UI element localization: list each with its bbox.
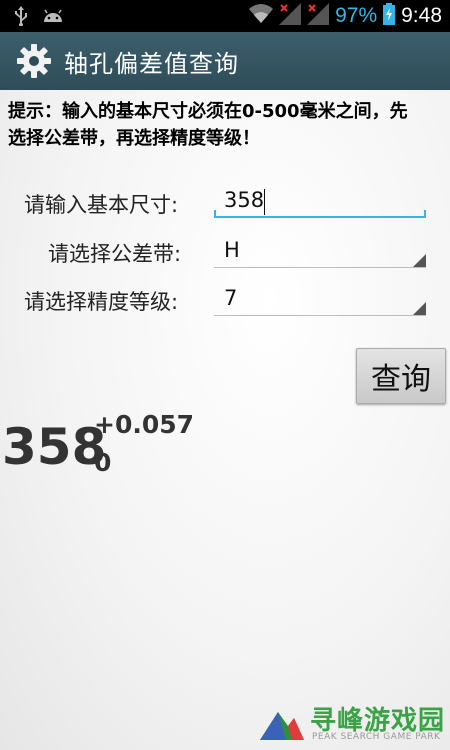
spinner-underline — [214, 267, 426, 268]
signal-icon — [279, 3, 302, 29]
size-label: 请输入基本尺寸: — [24, 193, 179, 217]
result-base-size: 358 — [2, 418, 107, 476]
clock: 9:48 — [401, 4, 442, 27]
status-bar: 97% 9:48 — [0, 0, 450, 32]
usb-icon — [14, 6, 28, 30]
battery-charging-icon — [383, 3, 396, 29]
input-underline — [214, 210, 426, 218]
grade-label: 请选择精度等级: — [24, 290, 179, 314]
action-bar: 轴孔偏差值查询 — [0, 32, 450, 90]
grade-value: 7 — [224, 286, 238, 310]
dropdown-arrow-icon — [413, 254, 426, 267]
query-button[interactable]: 查询 — [356, 348, 446, 404]
result-lower-deviation: 0 — [94, 448, 112, 477]
grade-spinner[interactable]: 7 — [214, 286, 426, 316]
tolerance-value: H — [224, 238, 240, 262]
spinner-underline — [214, 315, 426, 316]
hint-text: 提示：输入的基本尺寸必须在0-500毫米之间，先选择公差带，再选择精度等级！ — [8, 101, 408, 149]
gear-icon[interactable] — [16, 43, 52, 79]
result-upper-deviation: +0.057 — [94, 410, 195, 439]
battery-percent: 97% — [335, 4, 378, 27]
wifi-icon — [249, 4, 274, 28]
size-input[interactable]: 358 — [214, 188, 426, 218]
watermark-logo-icon — [260, 712, 304, 740]
android-icon — [42, 8, 64, 28]
size-value: 358 — [224, 188, 265, 212]
watermark: 寻峰游戏园 PEAK SEARCH GAME PARK — [258, 700, 448, 746]
app-title: 轴孔偏差值查询 — [64, 49, 239, 78]
text-caret — [264, 189, 265, 215]
tolerance-label: 请选择公差带: — [48, 242, 182, 266]
watermark-subtitle: PEAK SEARCH GAME PARK — [312, 732, 441, 742]
tolerance-spinner[interactable]: H — [214, 238, 426, 268]
signal-icon — [307, 3, 330, 29]
dropdown-arrow-icon — [413, 302, 426, 315]
